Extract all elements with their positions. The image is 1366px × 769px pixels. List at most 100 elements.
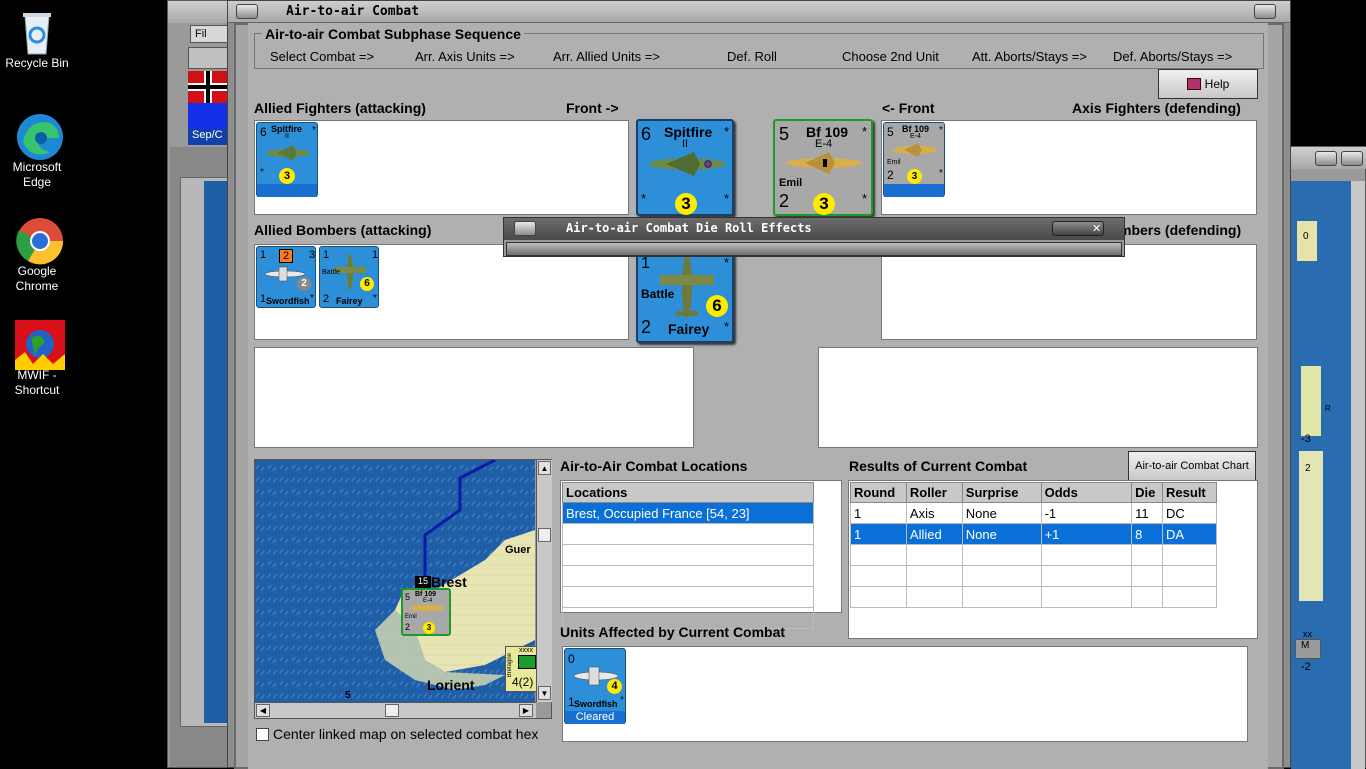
scroll-down-arrow-icon[interactable]: ▼ <box>538 686 551 700</box>
results-cell: -1 <box>1040 502 1133 524</box>
desktop-icon-label: Google Chrome <box>15 264 59 293</box>
right-map-counter[interactable]: M <box>1295 639 1321 659</box>
scroll-thumb[interactable] <box>385 704 399 717</box>
axis-bombers-panel[interactable] <box>881 244 1257 340</box>
allied-extra-panel[interactable] <box>254 347 694 448</box>
results-row[interactable] <box>850 544 1217 566</box>
right-map-label: xx <box>1303 629 1312 639</box>
scroll-thumb[interactable] <box>538 528 551 542</box>
fairey-large-counter[interactable]: 1 Battle 6 * 2 Fairey * <box>636 243 734 343</box>
window-close-button[interactable] <box>1254 4 1276 19</box>
location-row[interactable]: Brest, Occupied France [54, 23] <box>562 502 814 524</box>
results-cell: 1 <box>850 523 907 545</box>
sequence-step: Select Combat => <box>270 49 375 64</box>
results-column-header[interactable]: Surprise <box>961 482 1042 503</box>
axis-fighters-panel[interactable]: 5 Bf 109 E-4 * Emil 2 3 * <box>881 120 1257 215</box>
results-panel[interactable]: Round Roller Surprise Odds Die Result 1 … <box>848 480 1258 639</box>
spitfire-plane-icon <box>649 152 725 176</box>
system-menu-button[interactable] <box>236 4 258 19</box>
background-menu-tab[interactable]: Fil <box>190 25 230 43</box>
counter-value: 1 <box>641 255 650 272</box>
desktop-icon-recycle-bin[interactable]: Recycle Bin <box>4 8 70 71</box>
center-map-checkbox[interactable] <box>256 728 269 741</box>
map-vertical-scrollbar[interactable]: ▲ ▼ <box>536 460 552 702</box>
swordfish-affected-counter[interactable]: 0 4 1 Swordfish * Cleared <box>564 648 626 724</box>
location-row[interactable] <box>562 523 814 545</box>
desktop-icon-mwif[interactable]: MWIF - Shortcut <box>4 320 70 398</box>
results-header: Results of Current Combat <box>849 458 1028 474</box>
counter-badge: 2 <box>279 249 293 263</box>
results-column-header[interactable]: Round <box>850 482 907 503</box>
results-cell: DA <box>1162 523 1217 545</box>
counter-nick: Emil <box>887 159 901 166</box>
help-button[interactable]: Help <box>1158 69 1258 99</box>
results-row[interactable] <box>850 586 1217 608</box>
die-roll-close-icon[interactable]: ✕ <box>1092 222 1101 235</box>
map-canvas[interactable] <box>255 460 535 702</box>
bf109-large-counter[interactable]: 5 Bf 109 E-4 * Emil 2 3 * <box>773 119 873 216</box>
allied-fighters-header: Allied Fighters (attacking) <box>254 100 426 116</box>
background-map-strip <box>204 181 228 723</box>
location-row[interactable] <box>562 586 814 608</box>
swordfish-counter[interactable]: 1 2 3 2 1 Swordfish * <box>256 246 316 308</box>
counter-star: * <box>862 124 868 139</box>
right-map-label: -2 <box>1301 661 1311 673</box>
desktop-icon-chrome[interactable]: Google Chrome <box>4 216 70 294</box>
scroll-right-arrow-icon[interactable]: ▶ <box>519 704 533 717</box>
results-cell <box>905 544 963 566</box>
allied-bombers-panel[interactable]: 1 2 3 2 1 Swordfish * 1 1 Battle 6 2 Fai… <box>254 244 629 340</box>
location-row[interactable] <box>562 544 814 566</box>
allied-fighters-panel[interactable]: 6 Spitfire II * 3 * <box>254 120 629 215</box>
right-scrollbar[interactable] <box>1351 181 1365 769</box>
counter-value: 2 <box>887 168 894 182</box>
sequence-step: Choose 2nd Unit <box>842 49 939 64</box>
corps-unit: Bretagne <box>507 653 513 678</box>
counter-nick: Emil <box>405 614 417 620</box>
map-corps-counter[interactable]: xxxx Bretagne 4(2) <box>505 646 537 692</box>
results-column-header[interactable]: Roller <box>905 482 963 503</box>
spitfire-large-counter[interactable]: 6 Spitfire II * * 3 * <box>636 119 734 216</box>
sequence-step: Def. Aborts/Stays => <box>1113 49 1233 64</box>
results-cell <box>905 565 963 587</box>
locations-column-header[interactable]: Locations <box>562 482 814 503</box>
close-button[interactable] <box>1341 151 1363 166</box>
toolbar-button[interactable] <box>188 47 228 69</box>
results-column-header[interactable]: Odds <box>1040 482 1133 503</box>
map-bf109-counter[interactable]: 5 Bf 109 E-4 Emil 2 3 <box>401 588 451 636</box>
axis-extra-panel[interactable] <box>818 347 1258 448</box>
scroll-left-arrow-icon[interactable]: ◀ <box>256 704 270 717</box>
counter-value: 5 <box>405 592 411 602</box>
results-row[interactable]: 1 Allied None +1 8 DA <box>850 523 1217 545</box>
results-cell: None <box>961 523 1042 545</box>
fairey-counter[interactable]: 1 1 Battle 6 2 Fairey * <box>319 246 379 308</box>
minimize-button[interactable] <box>1315 151 1337 166</box>
results-cell <box>850 586 907 608</box>
air-combat-chart-button[interactable]: Air-to-air Combat Chart <box>1128 451 1256 481</box>
counter-nick: Battle <box>641 287 675 301</box>
results-row[interactable]: 1 Axis None -1 11 DC <box>850 502 1217 524</box>
results-column-header[interactable]: Die <box>1131 482 1164 503</box>
axis-fighters-header: Axis Fighters (defending) <box>1072 100 1241 116</box>
results-column-header[interactable]: Result <box>1162 482 1217 503</box>
right-map-view[interactable]: 0 -3 2 R xx M -2 <box>1291 181 1351 769</box>
results-cell <box>1040 544 1133 566</box>
center-map-label: Center linked map on selected combat hex <box>273 726 539 742</box>
counter-nick: Battle <box>322 269 340 276</box>
location-row[interactable] <box>562 565 814 587</box>
counter-star: * <box>724 191 730 206</box>
date-label: Sep/C <box>188 129 228 145</box>
map-horizontal-scrollbar[interactable]: ◀ ▶ <box>255 702 536 718</box>
counter-circle: 2 <box>297 277 311 291</box>
linked-map[interactable]: Guer Brest 15 Lorient 5 5 Bf 109 E-4 Emi… <box>254 459 552 719</box>
desktop-icon-label: Recycle Bin <box>5 56 69 70</box>
desktop-icon-edge[interactable]: Microsoft Edge <box>4 112 70 190</box>
die-roll-system-button[interactable] <box>514 221 536 236</box>
affected-units-panel[interactable]: 0 4 1 Swordfish * Cleared <box>562 646 1248 742</box>
spitfire-counter[interactable]: 6 Spitfire II * 3 * <box>256 122 318 197</box>
results-row[interactable] <box>850 565 1217 587</box>
counter-star: * <box>310 293 314 304</box>
locations-panel[interactable]: Locations Brest, Occupied France [54, 23… <box>560 480 842 629</box>
scroll-up-arrow-icon[interactable]: ▲ <box>538 461 551 475</box>
counter-star: * <box>862 191 868 206</box>
bf109-counter[interactable]: 5 Bf 109 E-4 * Emil 2 3 * <box>883 122 945 197</box>
